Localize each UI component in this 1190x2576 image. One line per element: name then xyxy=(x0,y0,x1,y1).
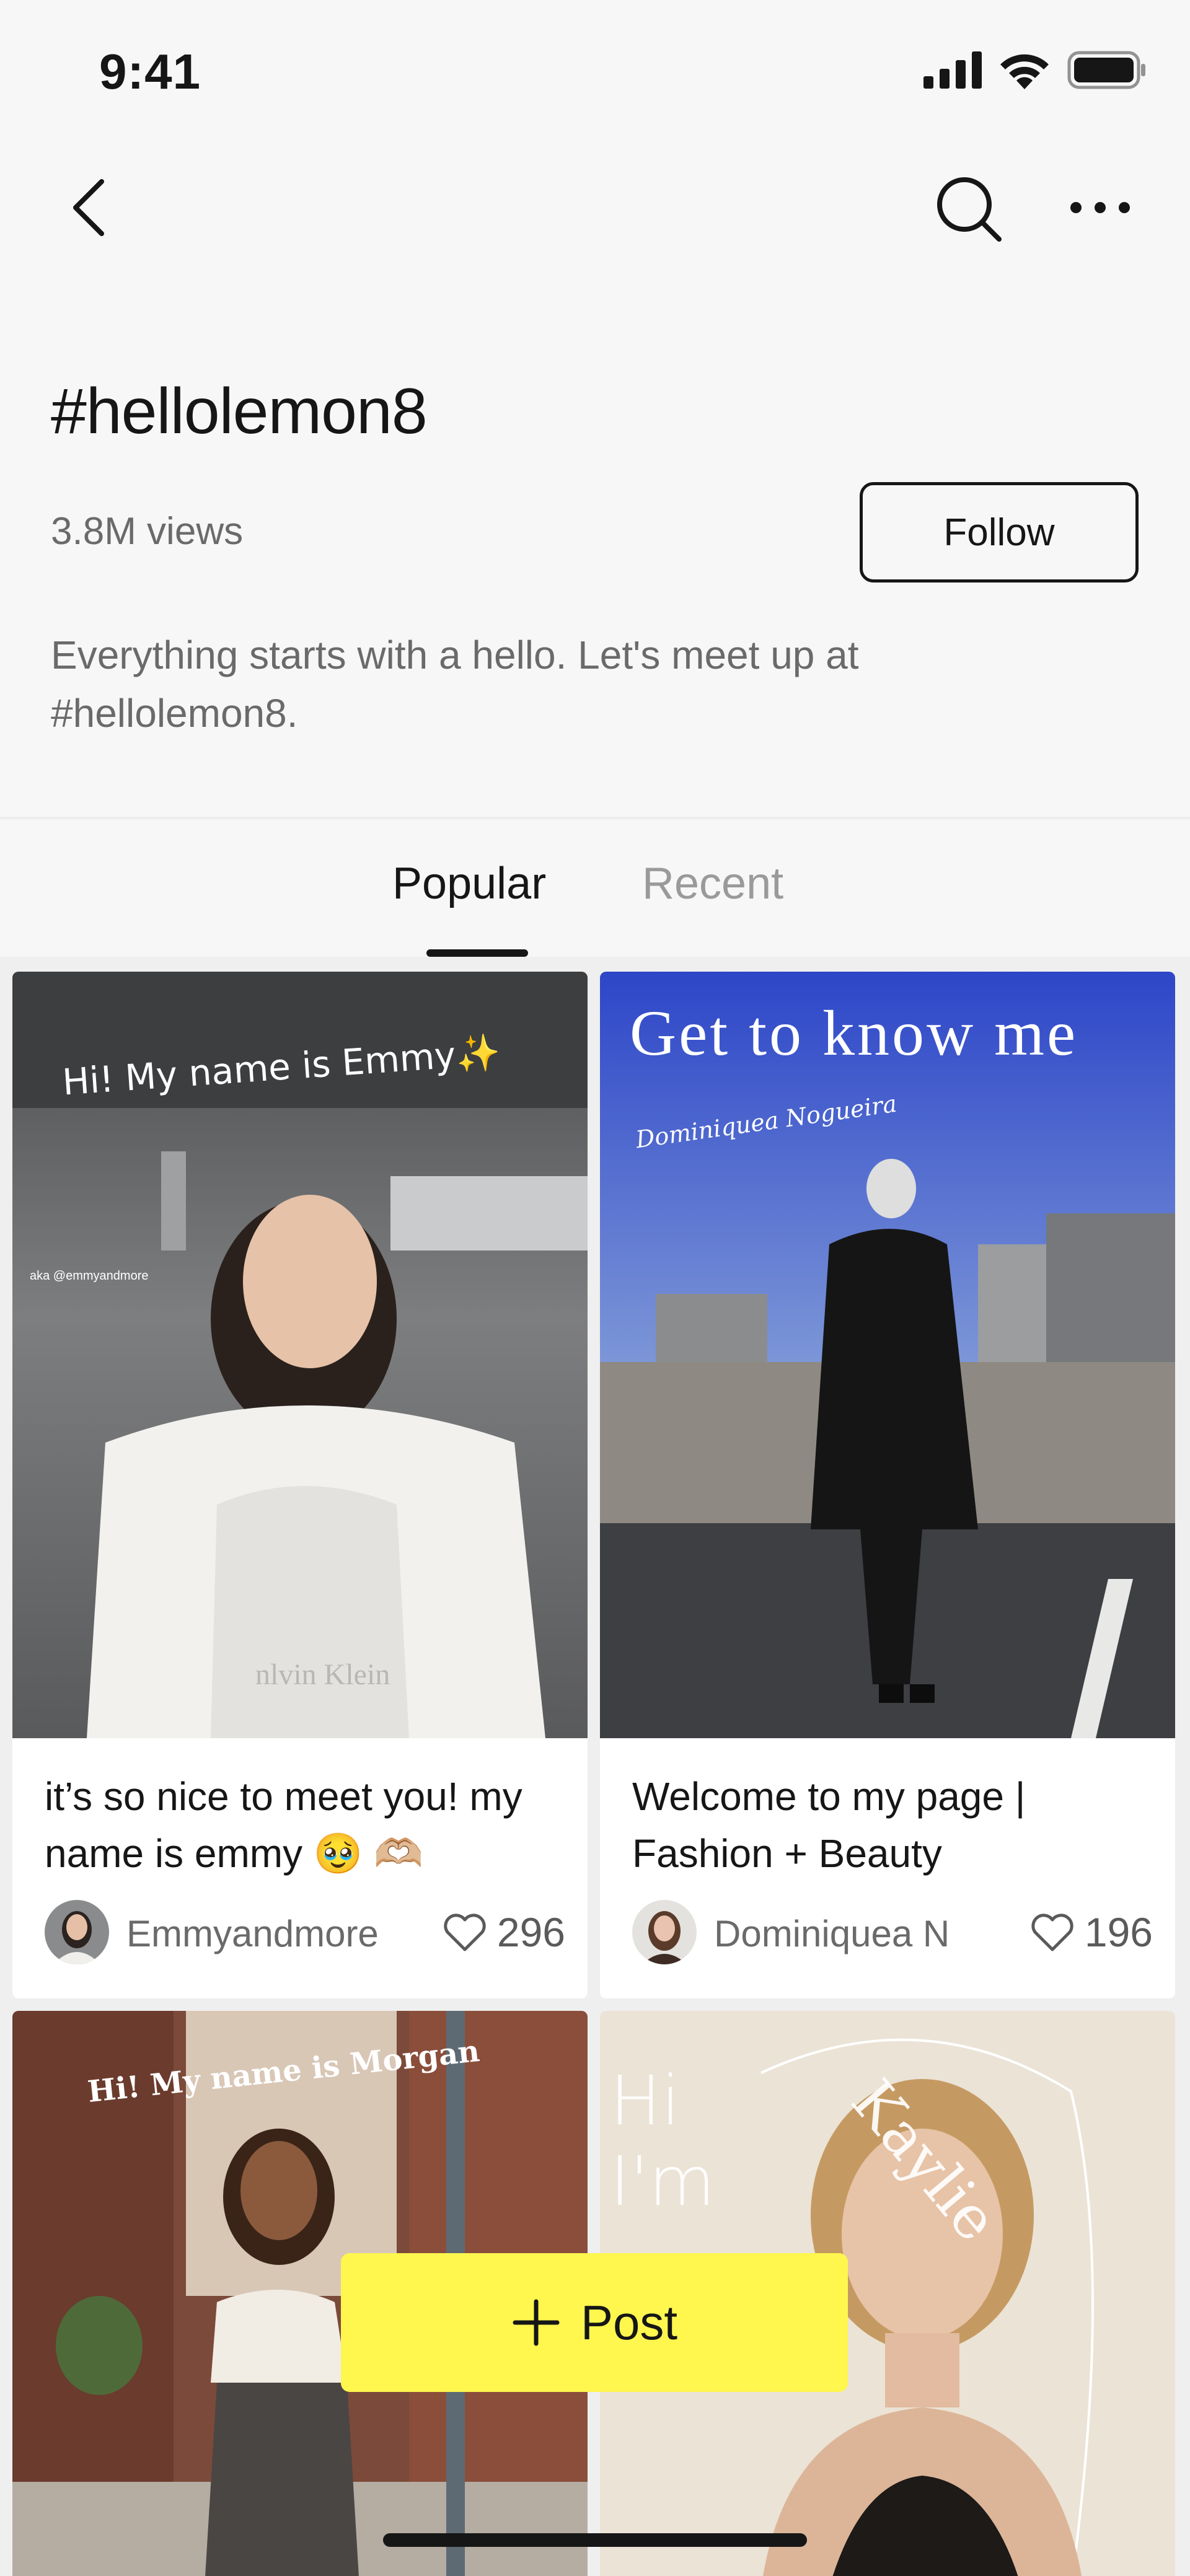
top-navigation xyxy=(0,143,1190,273)
post-button[interactable]: Post xyxy=(341,2253,848,2392)
post-button-label: Post xyxy=(580,2295,678,2350)
like-count[interactable]: 296 xyxy=(443,1909,565,1956)
status-bar: 9:41 xyxy=(0,0,1190,143)
cellular-signal-icon xyxy=(923,51,982,89)
like-count[interactable]: 196 xyxy=(1030,1909,1153,1956)
avatar[interactable] xyxy=(45,1900,109,1964)
like-count-value: 296 xyxy=(496,1909,565,1955)
post-overlay-text: Get to know me xyxy=(630,998,1078,1069)
tab-popular[interactable]: Popular xyxy=(392,858,546,909)
post-author[interactable]: Emmyandmore xyxy=(126,1912,379,1955)
like-count-value: 196 xyxy=(1084,1909,1153,1955)
hashtag-description: Everything starts with a hello. Let's me… xyxy=(51,633,859,736)
tab-bar xyxy=(0,819,1190,957)
view-count: 3.8M views xyxy=(51,510,244,553)
post-title[interactable]: it’s so nice to meet you! my name is emm… xyxy=(45,1768,565,1882)
battery-icon xyxy=(1067,51,1145,89)
heart-icon[interactable] xyxy=(443,1912,487,1952)
svg-text:nlvin Klein: nlvin Klein xyxy=(255,1658,390,1691)
post-image[interactable]: nlvin Klein Hi! My name is Emmy✨ aka @em… xyxy=(12,972,588,1738)
post-overlay-text: Hi I'm xyxy=(610,2061,715,2221)
post-meta: Emmyandmore 296 xyxy=(45,1900,565,1968)
status-icons xyxy=(923,51,1147,89)
tab-recent[interactable]: Recent xyxy=(642,858,783,909)
post-author[interactable]: Dominiquea N xyxy=(714,1912,950,1955)
avatar[interactable] xyxy=(632,1900,697,1964)
page-title: #hellolemon8 xyxy=(51,376,428,447)
post-card[interactable]: Get to know me Dominiquea Nogueira Welco… xyxy=(600,972,1175,1998)
status-time: 9:41 xyxy=(99,44,201,99)
post-overlay-subtext: aka @emmyandmore xyxy=(30,1269,149,1283)
post-meta: Dominiquea N 196 xyxy=(632,1900,1153,1968)
active-tab-indicator xyxy=(426,949,528,957)
post-image[interactable]: Get to know me Dominiquea Nogueira xyxy=(600,972,1175,1738)
more-horizontal-icon[interactable] xyxy=(1066,183,1134,232)
post-title[interactable]: Welcome to my page | Fashion + Beauty xyxy=(632,1768,1153,1882)
wifi-icon xyxy=(1000,54,1049,89)
plus-icon xyxy=(513,2299,560,2346)
home-indicator[interactable] xyxy=(383,2533,807,2547)
heart-icon[interactable] xyxy=(1030,1912,1075,1952)
post-card[interactable]: nlvin Klein Hi! My name is Emmy✨ aka @em… xyxy=(12,972,588,1998)
search-icon[interactable] xyxy=(935,175,1003,243)
follow-button[interactable]: Follow xyxy=(860,482,1139,582)
chevron-left-icon[interactable] xyxy=(62,177,124,239)
